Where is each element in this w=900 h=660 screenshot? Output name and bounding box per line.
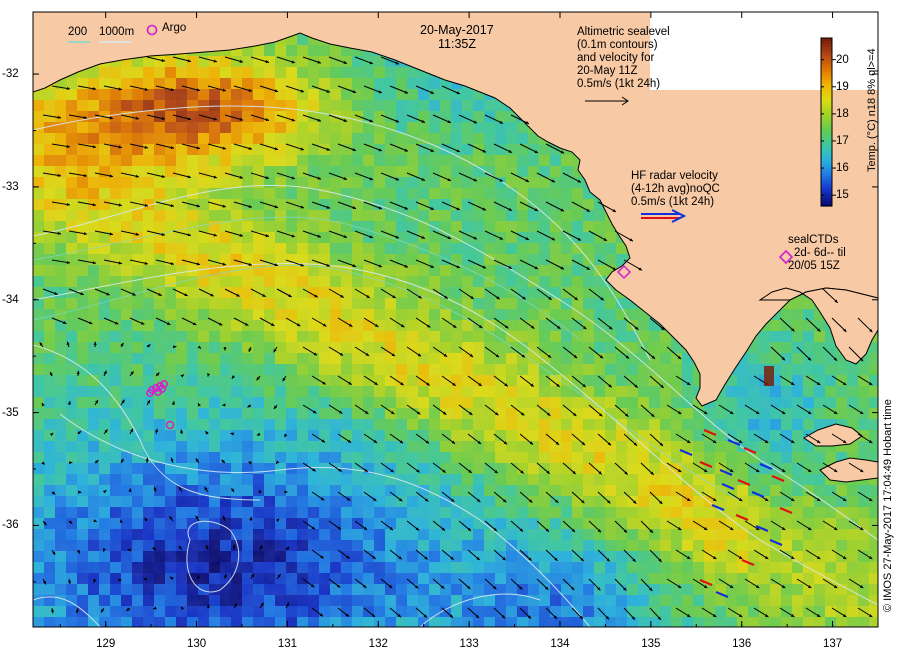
hf-radar-line-1: HF radar velocity xyxy=(631,170,718,182)
hf-radar-line-3: 0.5m/s (1kt 24h) xyxy=(631,196,715,208)
hf-radar-line-2: (4-12h avg)noQC xyxy=(631,183,720,195)
x-tick-label: 129 xyxy=(96,638,116,650)
map-canvas xyxy=(32,11,879,628)
x-tick-label: 137 xyxy=(822,638,843,650)
colorbar-tick-label: 17 xyxy=(836,134,849,147)
sealctd-line-2: 2d- 6d-- til xyxy=(794,247,846,259)
x-tick-label: 131 xyxy=(277,638,297,650)
y-tick-label: -34 xyxy=(2,293,19,306)
argo-label: Argo xyxy=(162,22,187,34)
isobath-200-label: 200 xyxy=(68,26,88,38)
colorbar-tick-label: 20 xyxy=(836,53,849,66)
altimetry-line-1: Altimetric sealevel xyxy=(577,26,670,38)
x-tick-label: 133 xyxy=(459,638,479,650)
colorbar-tick-label: 16 xyxy=(836,162,849,175)
colorbar-label: Temp. (°C) n18 8% ql>=4 xyxy=(866,48,878,172)
isobath-1000-label: 1000m xyxy=(99,26,135,38)
altimetry-note: Altimetric sealevel (0.1m contours) and … xyxy=(577,26,670,91)
sst-map-figure: 20-May-2017 11:35Z 200 1000m Argo Altime… xyxy=(0,0,900,660)
credit-text: © IMOS 27-May-2017 17:04:49 Hobart time xyxy=(882,399,894,612)
colorbar-tick-label: 15 xyxy=(836,189,849,202)
altimetry-line-5: 0.5m/s (1kt 24h) xyxy=(577,78,661,90)
colorbar-tick-label: 19 xyxy=(836,80,849,93)
x-tick-label: 130 xyxy=(186,638,207,650)
sealctd-line-3: 20/05 15Z xyxy=(788,260,840,272)
y-tick-label: -32 xyxy=(2,68,19,81)
altimetry-line-3: and velocity for xyxy=(577,52,655,64)
x-tick-label: 134 xyxy=(550,638,570,650)
y-tick-label: -35 xyxy=(2,406,19,419)
altimetry-line-2: (0.1m contours) xyxy=(577,39,658,51)
y-tick-label: -36 xyxy=(2,519,19,532)
x-tick-label: 136 xyxy=(732,638,752,650)
hf-radar-note: HF radar velocity (4-12h avg)noQC 0.5m/s… xyxy=(631,170,720,209)
y-tick-label: -33 xyxy=(2,180,19,193)
colorbar-tick-label: 18 xyxy=(836,107,849,120)
x-tick-label: 132 xyxy=(368,638,388,650)
map-date: 20-May-2017 xyxy=(420,23,494,37)
map-time: 11:35Z xyxy=(438,37,476,51)
sealctd-line-1: sealCTDs xyxy=(788,234,839,246)
x-tick-label: 135 xyxy=(641,638,661,650)
altimetry-line-4: 20-May 11Z xyxy=(577,65,638,77)
